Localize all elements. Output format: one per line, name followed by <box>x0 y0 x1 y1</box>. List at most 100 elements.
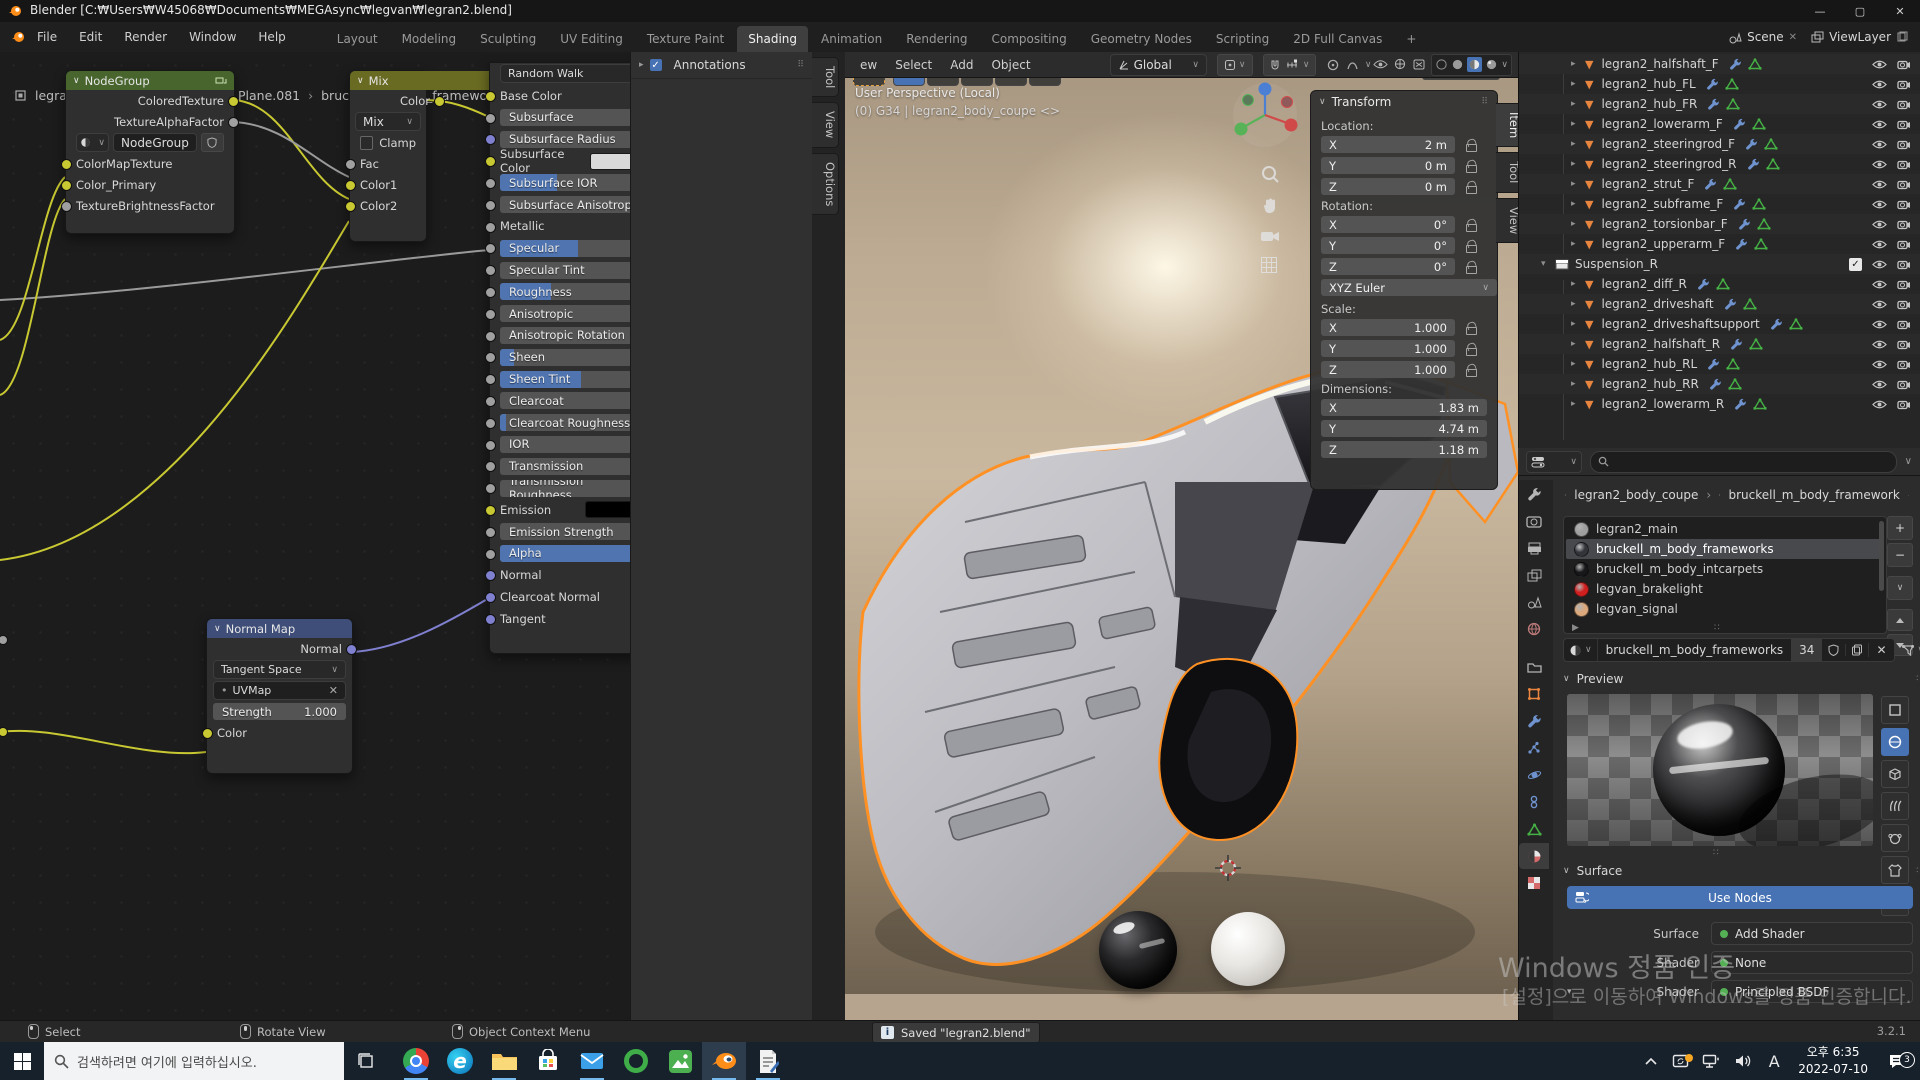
preview-type-monkey[interactable] <box>1881 824 1909 852</box>
nodegroup-input-colorprimary[interactable]: Color_Primary <box>66 174 234 195</box>
outliner-item-legran2_upperarm_f[interactable]: ▸▼legran2_upperarm_F <box>1519 234 1920 254</box>
remove-slot-button[interactable]: − <box>1887 543 1913 567</box>
modifier-wrench-icon[interactable] <box>1770 318 1783 331</box>
wireframe-shading-icon[interactable] <box>1435 58 1448 71</box>
mesh-data-icon[interactable] <box>1725 78 1739 90</box>
link-mode-button[interactable]: ∨ <box>1901 644 1920 657</box>
render-camera-icon[interactable] <box>1897 179 1911 190</box>
properties-tab-constraints[interactable] <box>1519 789 1549 815</box>
menu-edit[interactable]: Edit <box>68 22 113 52</box>
navigation-gizmo[interactable] <box>1230 80 1300 150</box>
expand-arrow-icon[interactable]: ▸ <box>1571 99 1585 109</box>
taskbar-app-ring[interactable] <box>614 1042 658 1080</box>
axis-value-field[interactable]: X1.000 <box>1321 319 1455 336</box>
slot-move-up-button[interactable] <box>1887 609 1913 631</box>
mesh-data-icon[interactable] <box>1749 338 1763 350</box>
axis-value-field[interactable]: Z1.18 m <box>1321 441 1487 458</box>
socket-gray[interactable] <box>485 113 496 124</box>
material-slot-legvan_signal[interactable]: legvan_signal <box>1566 599 1884 619</box>
shader-value-button[interactable]: Principled BSDF <box>1711 980 1913 1003</box>
unlink-material-icon[interactable]: ✕ <box>1868 643 1893 657</box>
slider-roughness[interactable]: Roughness <box>500 283 630 300</box>
normalmap-strength-slider[interactable]: Strength1.000 <box>207 701 352 722</box>
workspace-tab-shading[interactable]: Shading <box>737 26 808 52</box>
expand-arrow-icon[interactable]: ▸ <box>1571 319 1585 329</box>
principled-row-subsurface[interactable]: Subsurface <box>490 107 630 129</box>
socket-gray[interactable] <box>485 418 496 429</box>
taskbar-app-photos[interactable] <box>658 1042 702 1080</box>
axis-value-field[interactable]: X0° <box>1321 216 1455 233</box>
principled-row-alpha[interactable]: Alpha <box>490 543 630 565</box>
start-button[interactable] <box>0 1042 44 1080</box>
principled-row-clearcoat-roughness[interactable]: Clearcoat Roughness <box>490 412 630 434</box>
item-name[interactable]: legran2_upperarm_F <box>1601 237 1725 251</box>
principled-row-specular-tint[interactable]: Specular Tint <box>490 259 630 281</box>
render-camera-icon[interactable] <box>1897 119 1911 130</box>
slider-clearcoat-roughness[interactable]: Clearcoat Roughness <box>500 414 630 431</box>
camera-view-icon[interactable] <box>1260 228 1280 244</box>
mix-input-fac[interactable]: Fac <box>350 153 426 174</box>
transform-field-z[interactable]: Z1.000 <box>1321 361 1487 378</box>
socket-gray[interactable] <box>485 461 496 472</box>
principled-row-random-walk[interactable]: Random Walk∨ <box>490 63 630 85</box>
expand-arrow-icon[interactable]: ▸ <box>1571 219 1585 229</box>
properties-tab-output[interactable] <box>1519 535 1549 561</box>
item-name[interactable]: legran2_halfshaft_F <box>1601 57 1718 71</box>
properties-tab-render[interactable] <box>1519 508 1549 534</box>
hide-eye-icon[interactable] <box>1872 239 1887 250</box>
material-name-field[interactable]: bruckell_m_body_frameworks <box>1598 643 1792 657</box>
breadcrumb-object-name[interactable]: legran2_body_coupe <box>1574 488 1698 502</box>
shader-sidebar-tab-tool[interactable]: Tool <box>812 57 839 97</box>
minimize-button[interactable]: — <box>1800 0 1840 22</box>
hide-eye-icon[interactable] <box>1872 219 1887 230</box>
properties-tab-data[interactable] <box>1519 816 1549 842</box>
taskbar-app-mail[interactable] <box>570 1042 614 1080</box>
lock-icon[interactable] <box>1465 240 1477 252</box>
material-slot-legvan_brakelight[interactable]: legvan_brakelight <box>1566 579 1884 599</box>
shader-value-button[interactable]: None <box>1711 951 1913 974</box>
menu-window[interactable]: Window <box>178 22 247 52</box>
workspace-tab-modeling[interactable]: Modeling <box>391 26 468 52</box>
modifier-wrench-icon[interactable] <box>1707 98 1720 111</box>
npanel-tab-item[interactable]: Item <box>1496 103 1518 147</box>
mesh-data-icon[interactable] <box>1748 58 1762 70</box>
outliner-item-legran2_driveshaftsupport[interactable]: ▸▼legran2_driveshaftsupport <box>1519 314 1920 334</box>
outliner-item-legran2_subframe_f[interactable]: ▸▼legran2_subframe_F <box>1519 194 1920 214</box>
collapse-icon[interactable]: ∨ <box>1319 97 1326 107</box>
zoom-view-icon[interactable] <box>1260 164 1280 184</box>
socket-gray[interactable] <box>485 549 496 560</box>
mesh-data-icon[interactable] <box>1766 158 1780 170</box>
taskbar-app-store[interactable] <box>526 1042 570 1080</box>
maximize-button[interactable]: ▢ <box>1840 0 1880 22</box>
render-camera-icon[interactable] <box>1897 319 1911 330</box>
principled-row-subsurface-ior[interactable]: Subsurface IOR <box>490 172 630 194</box>
material-users-badge[interactable]: 34 <box>1791 639 1822 661</box>
mesh-data-icon[interactable] <box>1728 378 1742 390</box>
normalmap-output-normal[interactable]: Normal <box>207 638 352 659</box>
properties-tab-physics[interactable] <box>1519 762 1549 788</box>
nodegroup-input-colormaptexture[interactable]: ColorMapTexture <box>66 153 234 174</box>
hide-eye-icon[interactable] <box>1872 99 1887 110</box>
pan-view-hand-icon[interactable] <box>1260 196 1280 216</box>
workspace-tab-scripting[interactable]: Scripting <box>1205 26 1280 52</box>
lock-icon[interactable] <box>1465 343 1477 355</box>
render-camera-icon[interactable] <box>1897 299 1911 310</box>
annotations-checkbox[interactable]: ✓ <box>650 59 662 71</box>
item-name[interactable]: legran2_driveshaftsupport <box>1601 317 1759 331</box>
render-camera-icon[interactable] <box>1897 379 1911 390</box>
task-view-button[interactable] <box>344 1042 388 1080</box>
use-nodes-button[interactable]: Use Nodes <box>1567 886 1913 909</box>
socket-gray[interactable] <box>485 265 496 276</box>
modifier-wrench-icon[interactable] <box>1697 278 1710 291</box>
slider-subsurface-ior[interactable]: Subsurface IOR <box>500 174 630 191</box>
properties-tab-texture[interactable] <box>1519 870 1549 896</box>
socket-gray[interactable] <box>485 527 496 538</box>
expand-shader-icon[interactable]: ▾ <box>1567 987 1581 997</box>
shader-sidebar-tab-view[interactable]: View <box>812 102 839 147</box>
taskbar-clock[interactable]: 오후 6:35 2022-07-10 <box>1790 1044 1876 1079</box>
properties-tab-scene[interactable] <box>1519 589 1549 615</box>
transform-field-x[interactable]: X1.83 m <box>1321 399 1487 416</box>
scene-selector[interactable]: Scene ✕ <box>1729 30 1797 44</box>
principled-row-transmission[interactable]: Transmission <box>490 455 630 477</box>
slider-specular-tint[interactable]: Specular Tint <box>500 262 630 279</box>
